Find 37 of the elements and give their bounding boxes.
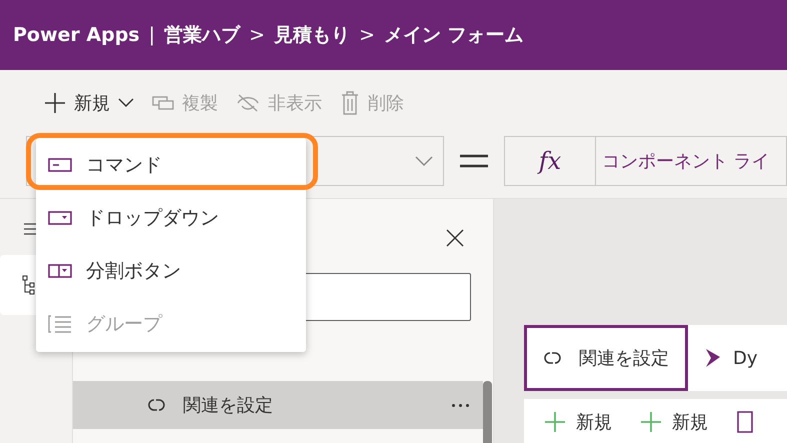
- breadcrumb-item[interactable]: 営業ハブ: [164, 22, 240, 48]
- form-button[interactable]: 関連を設定: [524, 325, 688, 391]
- breadcrumb-item[interactable]: メイン フォーム: [384, 22, 524, 48]
- breadcrumb-separator: >: [249, 24, 265, 46]
- more-icon[interactable]: [452, 404, 469, 406]
- menu-item[interactable]: ドロップダウン: [36, 191, 306, 244]
- command-button[interactable]: 新規: [44, 91, 134, 115]
- chevron-down-icon: [415, 156, 433, 166]
- equals-icon: [460, 154, 488, 168]
- menu-icon[interactable]: [24, 223, 38, 235]
- trash-icon: [340, 91, 360, 115]
- close-icon[interactable]: [446, 229, 464, 247]
- command-button[interactable]: 新規: [640, 410, 708, 434]
- command-button[interactable]: 新規: [544, 410, 612, 434]
- copy-icon: [152, 95, 174, 111]
- hidden-eye-icon: [236, 93, 260, 113]
- app-name: Power Apps: [13, 24, 140, 46]
- plus-icon: [544, 410, 566, 432]
- tree-icon: [22, 275, 36, 295]
- menu-item[interactable]: コマンド: [36, 138, 306, 191]
- command-button[interactable]: [736, 410, 754, 432]
- menu-item[interactable]: 分割ボタン: [36, 244, 306, 297]
- document-icon: [736, 410, 754, 432]
- breadcrumb-item[interactable]: 見積もり: [274, 22, 350, 48]
- formula-field[interactable]: コンポーネント ライ: [596, 136, 787, 186]
- tree-item[interactable]: 関連を設定: [73, 381, 483, 429]
- breadcrumb-separator: >: [358, 24, 375, 46]
- list-icon: [48, 314, 72, 334]
- plus-icon: [44, 92, 66, 114]
- scrollbar[interactable]: [483, 381, 492, 443]
- command-icon: [48, 158, 72, 172]
- separator: |: [148, 24, 156, 46]
- plus-icon: [640, 410, 662, 432]
- dropdown-icon: [48, 210, 72, 224]
- split-button-icon: [48, 264, 72, 278]
- fx-button[interactable]: fx: [504, 136, 596, 186]
- play-logo-icon: [705, 348, 721, 368]
